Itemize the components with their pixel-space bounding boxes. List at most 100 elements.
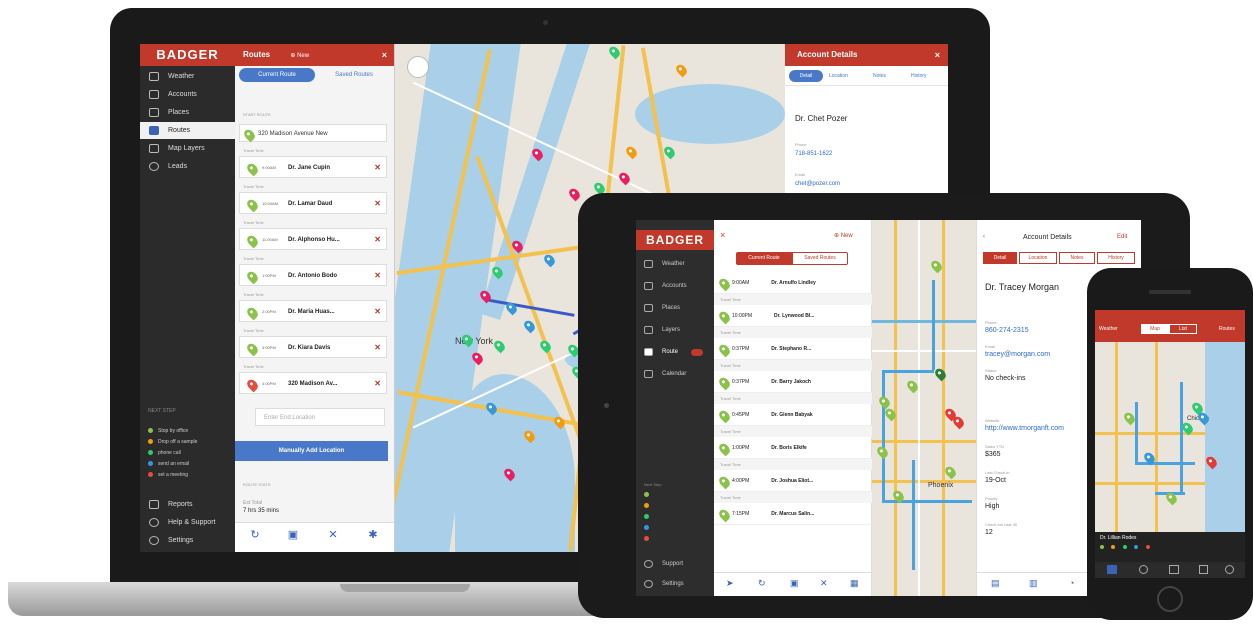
sidebar-item-map-layers[interactable]: Map Layers — [140, 140, 235, 157]
clear-icon[interactable]: ✕ — [327, 529, 339, 541]
sidebar-item-places[interactable]: Places — [636, 298, 714, 318]
tab-notes[interactable]: Notes — [1059, 252, 1095, 264]
sidebar-item-settings[interactable]: Settings — [140, 532, 235, 549]
tab-history[interactable]: History — [911, 70, 927, 82]
phone-link[interactable]: 860-274-2315 — [985, 327, 1029, 334]
route-stop[interactable]: 4:00PM Dr. Joshua Eliot... — [714, 470, 872, 492]
weather-button[interactable]: Weather — [1099, 326, 1118, 332]
remove-icon[interactable]: ✕ — [374, 265, 381, 287]
route-stop[interactable]: 0:37PM Dr. Stephano R... — [714, 338, 872, 360]
route-stop[interactable]: 9:00AM Dr. Arnulfo Lindley — [714, 272, 872, 294]
user-icon[interactable]: ◔ — [1069, 578, 1074, 588]
settings-tab-icon[interactable] — [1225, 565, 1234, 574]
calendar-icon[interactable]: ▦ — [850, 578, 859, 589]
route-stop[interactable]: 7:15PM Dr. Marcus Salin... — [714, 503, 872, 525]
close-icon[interactable]: × — [935, 44, 940, 66]
route-stop[interactable]: 11:00AM Dr. Alphonso Hu... ✕ — [239, 228, 387, 250]
route-stop[interactable]: 4:00PM 320 Madison Av... ✕ — [239, 372, 387, 394]
tab-saved-routes[interactable]: Saved Routes — [317, 68, 391, 82]
sidebar-item-support[interactable]: Support — [636, 554, 714, 574]
sidebar-item-settings[interactable]: Settings — [636, 574, 714, 594]
new-route-button[interactable]: ⊕ New — [834, 232, 853, 239]
phone-link[interactable]: 718-851-1622 — [795, 151, 832, 157]
sidebar-item-accounts[interactable]: Accounts — [636, 276, 714, 296]
map-pan-control[interactable] — [407, 56, 429, 78]
remove-icon[interactable]: ✕ — [374, 193, 381, 215]
tab-current-route[interactable]: Current Route — [736, 252, 792, 265]
sidebar-item-route[interactable]: Route — [636, 342, 714, 362]
routes-button[interactable]: Routes — [1219, 326, 1235, 332]
remove-icon[interactable]: ✕ — [374, 301, 381, 323]
refresh-icon[interactable]: ↻ — [249, 529, 261, 541]
email-link[interactable]: chet@pozer.com — [795, 181, 840, 187]
sidebar-item-weather[interactable]: Weather — [140, 68, 235, 85]
laptop-sidebar: BADGER Weather Accounts Places Routes Ma… — [140, 44, 235, 552]
route-stop[interactable]: 10:00PM Dr. Lynwood Bl... — [714, 305, 872, 327]
remove-icon[interactable]: ✕ — [374, 337, 381, 359]
end-location-input[interactable]: Enter End Location — [255, 408, 385, 426]
route-stop[interactable]: 1:00PM Dr. Antonio Bodo ✕ — [239, 264, 387, 286]
sidebar-item-calendar[interactable]: Calendar — [636, 364, 714, 384]
sidebar-item-places[interactable]: Places — [140, 104, 235, 121]
remove-icon[interactable]: ✕ — [374, 373, 381, 395]
remove-icon[interactable]: ✕ — [374, 157, 381, 179]
tab-notes[interactable]: Notes — [873, 70, 886, 82]
clear-icon[interactable]: ✕ — [820, 578, 828, 589]
save-icon[interactable]: ▣ — [790, 578, 799, 589]
phone-info-bar[interactable]: Dr. Lillian Rodes — [1095, 532, 1245, 562]
tab-detail[interactable]: Detail — [789, 70, 823, 82]
close-icon[interactable]: × — [720, 230, 725, 240]
sidebar-item-help[interactable]: Help & Support — [140, 514, 235, 531]
segment-map[interactable]: Map — [1141, 324, 1169, 334]
refresh-icon[interactable]: ↻ — [758, 578, 766, 589]
route-stop[interactable]: 2:00PM Dr. Maria Huas... ✕ — [239, 300, 387, 322]
sidebar-item-weather[interactable]: Weather — [636, 254, 714, 274]
route-stop[interactable]: 9:00AM Dr. Jane Cupin ✕ — [239, 156, 387, 178]
eye-icon — [149, 72, 159, 81]
gear-icon — [149, 536, 159, 545]
manually-add-location-button[interactable]: Manually Add Location — [235, 441, 388, 461]
email-link[interactable]: tracey@morgan.com — [985, 351, 1050, 358]
route-stop[interactable]: 3:00PM Dr. Kiara Davis ✕ — [239, 336, 387, 358]
route-stop[interactable]: 10:00AM Dr. Lamar Daud ✕ — [239, 192, 387, 214]
home-button[interactable] — [1157, 586, 1183, 612]
phone-map[interactable]: Chicago — [1095, 342, 1245, 532]
sidebar-item-accounts[interactable]: Accounts — [140, 86, 235, 103]
sidebar-item-leads[interactable]: Leads — [140, 158, 235, 175]
website-link[interactable]: http://www.tmorganft.com — [985, 425, 1064, 432]
edit-button[interactable]: Edit — [1117, 234, 1127, 240]
accounts-tab-icon[interactable] — [1139, 565, 1148, 574]
back-icon[interactable]: ‹ — [983, 234, 985, 240]
map-city-label: New York — [455, 336, 494, 346]
sidebar-item-routes[interactable]: Routes — [140, 122, 235, 139]
map-tab-icon[interactable] — [1107, 565, 1117, 574]
save-icon[interactable]: ▣ — [287, 529, 299, 541]
close-icon[interactable]: × — [382, 44, 387, 66]
calendar-tab-icon[interactable] — [1199, 565, 1208, 574]
new-route-button[interactable]: ⊕ New — [290, 53, 309, 59]
route-stop[interactable]: 1:00PM Dr. Boris Elkife — [714, 437, 872, 459]
legend-dot — [644, 536, 649, 541]
navigate-icon[interactable]: ➤ — [726, 578, 734, 589]
checkin-icon[interactable]: ▤ — [991, 578, 1000, 589]
route-stop[interactable]: 0:45PM Dr. Glenn Babyak — [714, 404, 872, 426]
sidebar-item-reports[interactable]: Reports — [140, 496, 235, 513]
sidebar-item-layers[interactable]: Layers — [636, 320, 714, 340]
tablet-map[interactable]: Phoenix — [872, 220, 976, 596]
est-total-label: Est Total — [243, 500, 263, 506]
tab-current-route[interactable]: Current Route — [239, 68, 315, 82]
tab-location[interactable]: Location — [829, 70, 848, 82]
segment-list[interactable]: List — [1169, 324, 1197, 334]
route-tabs: Current Route Saved Routes — [235, 68, 394, 84]
tab-saved-routes[interactable]: Saved Routes — [792, 252, 848, 265]
route-tab-icon[interactable] — [1169, 565, 1179, 574]
notes-icon[interactable]: ▥ — [1029, 578, 1038, 589]
tab-history[interactable]: History — [1097, 252, 1135, 264]
building-icon — [149, 108, 159, 117]
remove-icon[interactable]: ✕ — [374, 229, 381, 251]
gear-icon[interactable]: ✱ — [367, 529, 379, 541]
route-stop[interactable]: 0:37PM Dr. Barry Jakoch — [714, 371, 872, 393]
tab-location[interactable]: Location — [1019, 252, 1057, 264]
start-location[interactable]: 320 Madison Avenue New — [239, 124, 387, 143]
tab-detail[interactable]: Detail — [983, 252, 1017, 264]
